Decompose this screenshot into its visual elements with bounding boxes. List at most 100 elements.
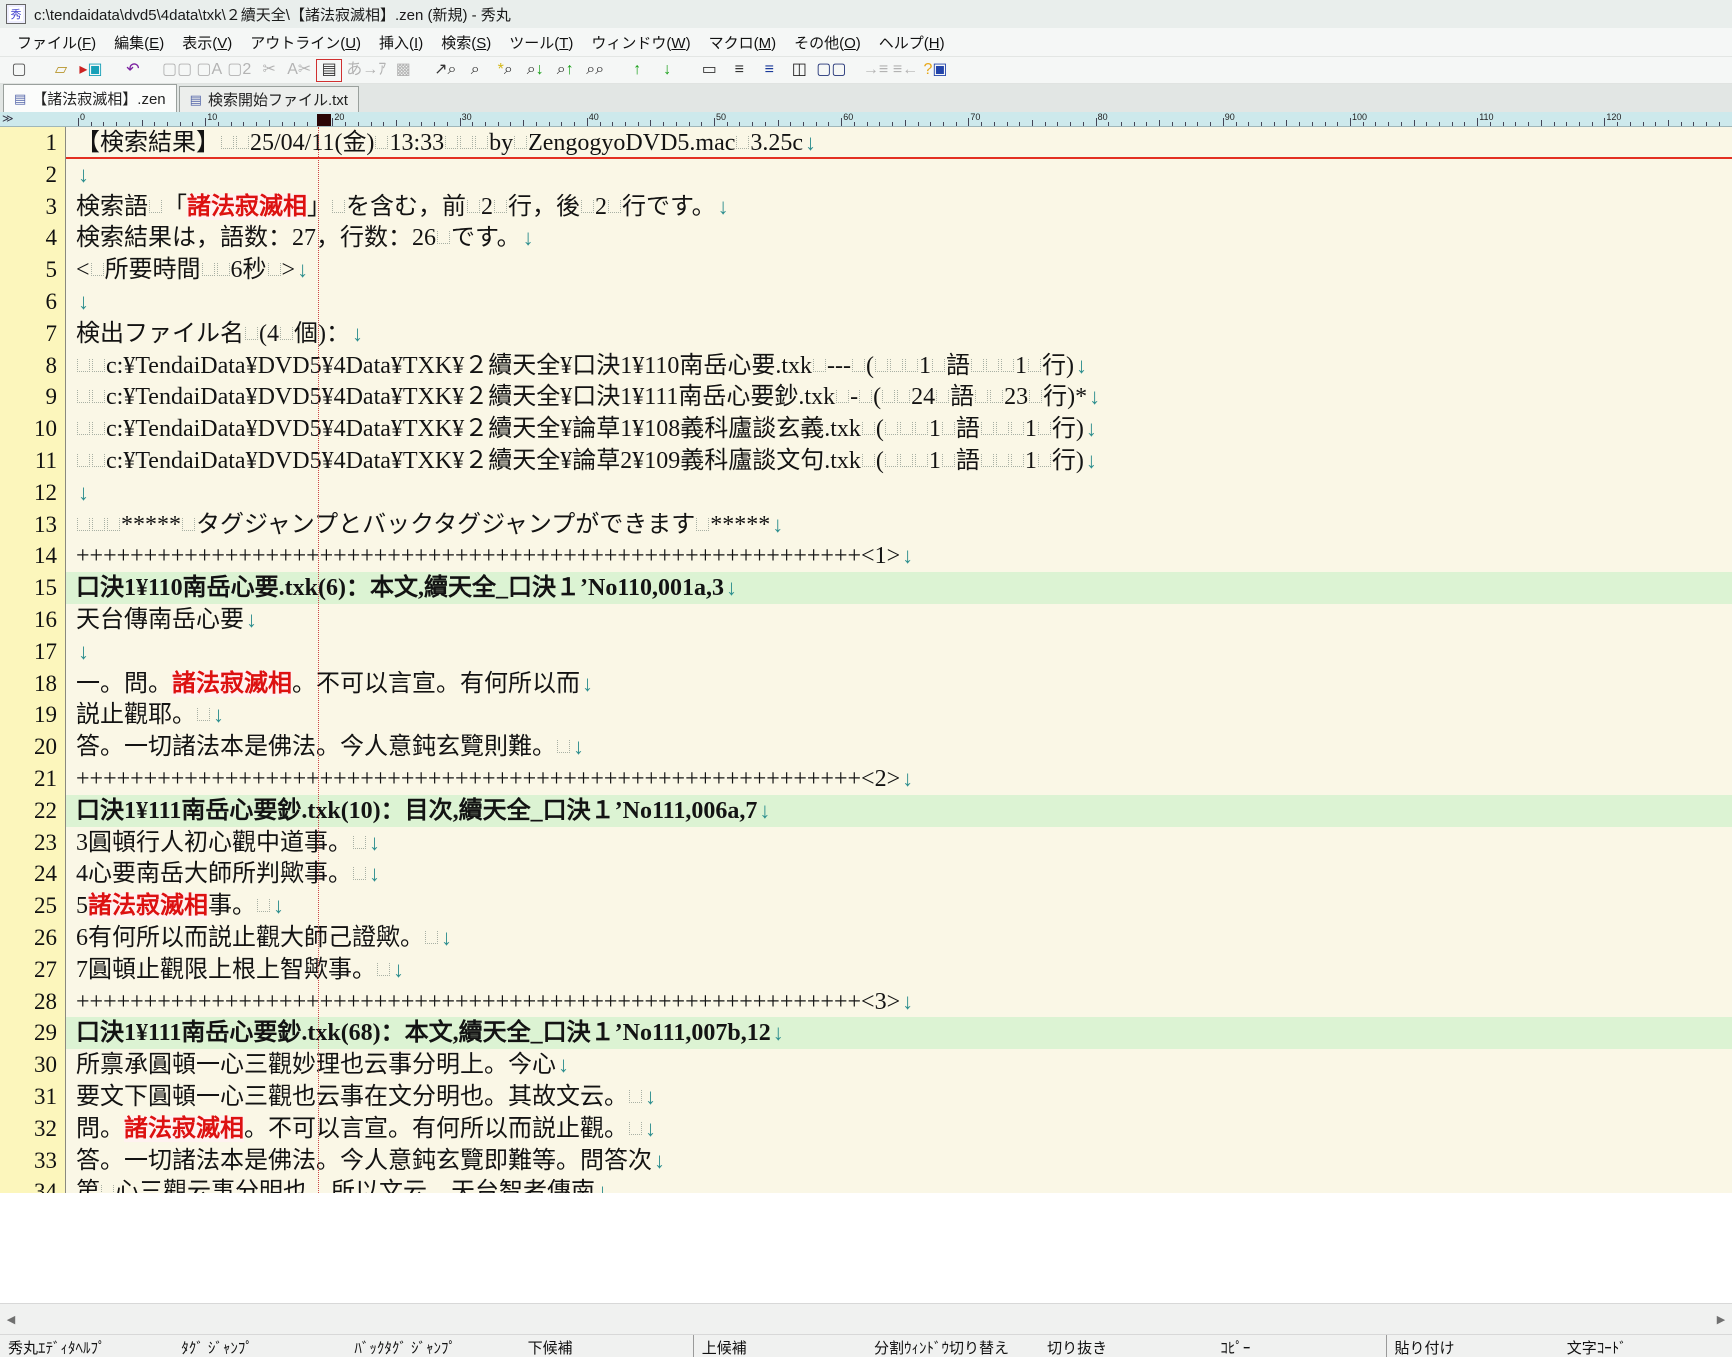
save-file-icon[interactable]: ▸▣: [78, 59, 104, 82]
line-text[interactable]: 所禀承圓頓一心三觀妙理也云事分明上。今心↓: [66, 1049, 1732, 1081]
new-file-icon[interactable]: ▢: [6, 59, 32, 82]
menu-item-0[interactable]: ファイル(F): [8, 29, 105, 56]
copy-icon[interactable]: ▢▢: [162, 59, 192, 82]
menu-item-1[interactable]: 編集(E): [105, 29, 173, 56]
search-prev-icon[interactable]: ⌕↑: [552, 59, 578, 82]
line-text[interactable]: 口決1¥111南岳心要鈔.txk(10)：目次,續天全_口決１’No111,00…: [66, 795, 1732, 827]
scroll-right-icon[interactable]: ▶: [1710, 1313, 1732, 1326]
line-number: 34: [0, 1176, 66, 1193]
line-text[interactable]: c:¥TendaiData¥DVD5¥4Data¥TXK¥２續天全¥口決1¥11…: [66, 350, 1732, 382]
keybar-item-4[interactable]: 上候補: [693, 1335, 866, 1357]
line-text[interactable]: c:¥TendaiData¥DVD5¥4Data¥TXK¥２續天全¥論草2¥10…: [66, 445, 1732, 477]
help-icon[interactable]: ?▣: [922, 59, 948, 82]
cut-append-icon[interactable]: A✂: [286, 59, 312, 82]
compare-icon[interactable]: ≡: [726, 59, 752, 82]
line-text[interactable]: 3圓頓行人初心觀中道事。↓: [66, 827, 1732, 859]
line-text[interactable]: 第心三觀云事分明也。所以文云。天台智者傳南↓: [66, 1176, 1732, 1193]
menu-item-7[interactable]: ウィンドウ(W): [582, 29, 699, 56]
line-text[interactable]: ↓: [66, 636, 1732, 668]
next-hit-icon[interactable]: ↓: [654, 59, 680, 82]
keybar-item-8[interactable]: 貼り付け: [1386, 1335, 1559, 1357]
box-select-icon[interactable]: ▤: [316, 59, 342, 82]
line-text[interactable]: ↓: [66, 477, 1732, 509]
line-text[interactable]: 4心要南岳大師所判歟事。↓: [66, 858, 1732, 890]
line-text[interactable]: 7圓頓止觀限上根上智歟事。↓: [66, 954, 1732, 986]
line-text[interactable]: 説止觀耶。↓: [66, 699, 1732, 731]
outline-icon[interactable]: ≡: [756, 59, 782, 82]
tab-1[interactable]: ▤検索開始ファイル.txt: [179, 86, 359, 112]
keybar-item-7[interactable]: ｺﾋﾟｰ: [1212, 1335, 1385, 1357]
split-window-icon[interactable]: ◫: [786, 59, 812, 82]
keybar-item-6[interactable]: 切り抜き: [1039, 1335, 1212, 1357]
newline-mark: ↓: [76, 639, 89, 664]
search-jump-icon[interactable]: ↗⌕: [432, 59, 458, 82]
menu-item-9[interactable]: その他(O): [785, 29, 870, 56]
prev-hit-icon[interactable]: ↑: [624, 59, 650, 82]
space-mark: [268, 263, 281, 276]
line-text[interactable]: 一。問。諸法寂滅相。不可以言宣。有何所以而↓: [66, 668, 1732, 700]
menu-item-2[interactable]: 表示(V): [173, 29, 241, 56]
menu-item-6[interactable]: ツール(T): [500, 29, 582, 56]
newline-mark: ↓: [724, 575, 737, 600]
horizontal-scrollbar[interactable]: ◀ ▶: [0, 1303, 1732, 1335]
line-text[interactable]: 6有何所以而説止觀大師己證歟。↓: [66, 922, 1732, 954]
keybar-item-2[interactable]: ﾊﾞｯｸﾀｸﾞ ｼﾞｬﾝﾌﾟ: [346, 1335, 519, 1357]
keybar-item-5[interactable]: 分割ｳｨﾝﾄﾞｳ切り替え: [866, 1335, 1039, 1357]
editor-line-9: 9c:¥TendaiData¥DVD5¥4Data¥TXK¥２續天全¥口決1¥1…: [0, 381, 1732, 413]
line-text[interactable]: 天台傳南岳心要↓: [66, 604, 1732, 636]
line-text[interactable]: ++++++++++++++++++++++++++++++++++++++++…: [66, 540, 1732, 572]
line-text[interactable]: 5諸法寂滅相事。↓: [66, 890, 1732, 922]
keybar-item-9[interactable]: 文字ｺｰﾄﾞ: [1559, 1335, 1732, 1357]
menu-item-8[interactable]: マクロ(M): [700, 29, 786, 56]
newline-mark: ↓: [757, 798, 770, 823]
line-text[interactable]: *****タグジャンプとバックタグジャンプができます*****↓: [66, 509, 1732, 541]
space-mark: [936, 390, 949, 403]
line-text[interactable]: ++++++++++++++++++++++++++++++++++++++++…: [66, 986, 1732, 1018]
undo-icon[interactable]: ↶: [120, 59, 146, 82]
text-area[interactable]: 1【検索結果】25/04/11(金)13:33byZengogyoDVD5.ma…: [0, 127, 1732, 1193]
search-icon[interactable]: ⌕: [462, 59, 488, 82]
keybar-item-0[interactable]: 秀丸ｴﾃﾞｨﾀﾍﾙﾌﾟ: [0, 1335, 173, 1357]
line-text[interactable]: ++++++++++++++++++++++++++++++++++++++++…: [66, 763, 1732, 795]
tab-0[interactable]: ▤【諸法寂滅相】.zen: [3, 84, 177, 112]
line-text[interactable]: 要文下圓頓一心三觀也云事在文分明也。其故文云。↓: [66, 1081, 1732, 1113]
line-text[interactable]: 口決1¥111南岳心要鈔.txk(68)：本文,續天全_口決１’No111,00…: [66, 1017, 1732, 1049]
line-text[interactable]: 答。一切諸法本是佛法。今人意鈍玄覽則難。↓: [66, 731, 1732, 763]
open-file-icon[interactable]: ▱: [48, 59, 74, 82]
line-text[interactable]: <所要時間6秒>↓: [66, 254, 1732, 286]
space-mark: [862, 422, 875, 435]
search-all-icon[interactable]: ⌕⌕: [582, 59, 608, 82]
keybar-item-1[interactable]: ﾀｸﾞ ｼﾞｬﾝﾌﾟ: [173, 1335, 346, 1357]
window-cascade-icon[interactable]: ▢▢: [816, 59, 846, 82]
line-text[interactable]: 検出ファイル名(4個)：↓: [66, 318, 1732, 350]
paste-history-icon[interactable]: ▢2: [226, 59, 252, 82]
kana-convert-icon[interactable]: あ→ｱ: [346, 59, 386, 82]
line-text[interactable]: c:¥TendaiData¥DVD5¥4Data¥TXK¥２續天全¥口決1¥11…: [66, 381, 1732, 413]
keybar-item-3[interactable]: 下候補: [520, 1335, 693, 1357]
line-text[interactable]: 口決1¥110南岳心要.txk(6)：本文,續天全_口決１’No110,001a…: [66, 572, 1732, 604]
pattern-icon[interactable]: ▩: [390, 59, 416, 82]
line-text[interactable]: 答。一切諸法本是佛法。今人意鈍玄覽即難等。問答次↓: [66, 1145, 1732, 1177]
tag-jump-icon[interactable]: ▭: [696, 59, 722, 82]
indent-icon[interactable]: →≡: [862, 59, 888, 82]
line-text[interactable]: 検索結果は，語数：27，行数：26です。↓: [66, 222, 1732, 254]
line-text[interactable]: ↓: [66, 159, 1732, 191]
unindent-icon[interactable]: ≡←: [892, 59, 918, 82]
line-text[interactable]: 検索語「諸法寂滅相」を含む，前2行，後2行です。↓: [66, 191, 1732, 223]
cut-icon[interactable]: ✂: [256, 59, 282, 82]
space-mark: [975, 390, 988, 403]
line-text[interactable]: 【検索結果】25/04/11(金)13:33byZengogyoDVD5.mac…: [66, 127, 1732, 159]
line-text[interactable]: c:¥TendaiData¥DVD5¥4Data¥TXK¥２續天全¥論草1¥10…: [66, 413, 1732, 445]
menu-item-3[interactable]: アウトライン(U): [241, 29, 370, 56]
line-text[interactable]: 問。諸法寂滅相。不可以言宣。有何所以而説止觀。↓: [66, 1113, 1732, 1145]
search-new-icon[interactable]: *⌕: [492, 59, 518, 82]
line-number: 13: [0, 509, 66, 541]
newline-mark: ↓: [1084, 416, 1097, 441]
line-text[interactable]: ↓: [66, 286, 1732, 318]
scroll-left-icon[interactable]: ◀: [0, 1313, 22, 1326]
menu-item-5[interactable]: 検索(S): [432, 29, 500, 56]
copy-append-icon[interactable]: ▢A: [196, 59, 222, 82]
menu-item-4[interactable]: 挿入(I): [370, 29, 432, 56]
menu-item-10[interactable]: ヘルプ(H): [870, 29, 954, 56]
search-next-icon[interactable]: ⌕↓: [522, 59, 548, 82]
